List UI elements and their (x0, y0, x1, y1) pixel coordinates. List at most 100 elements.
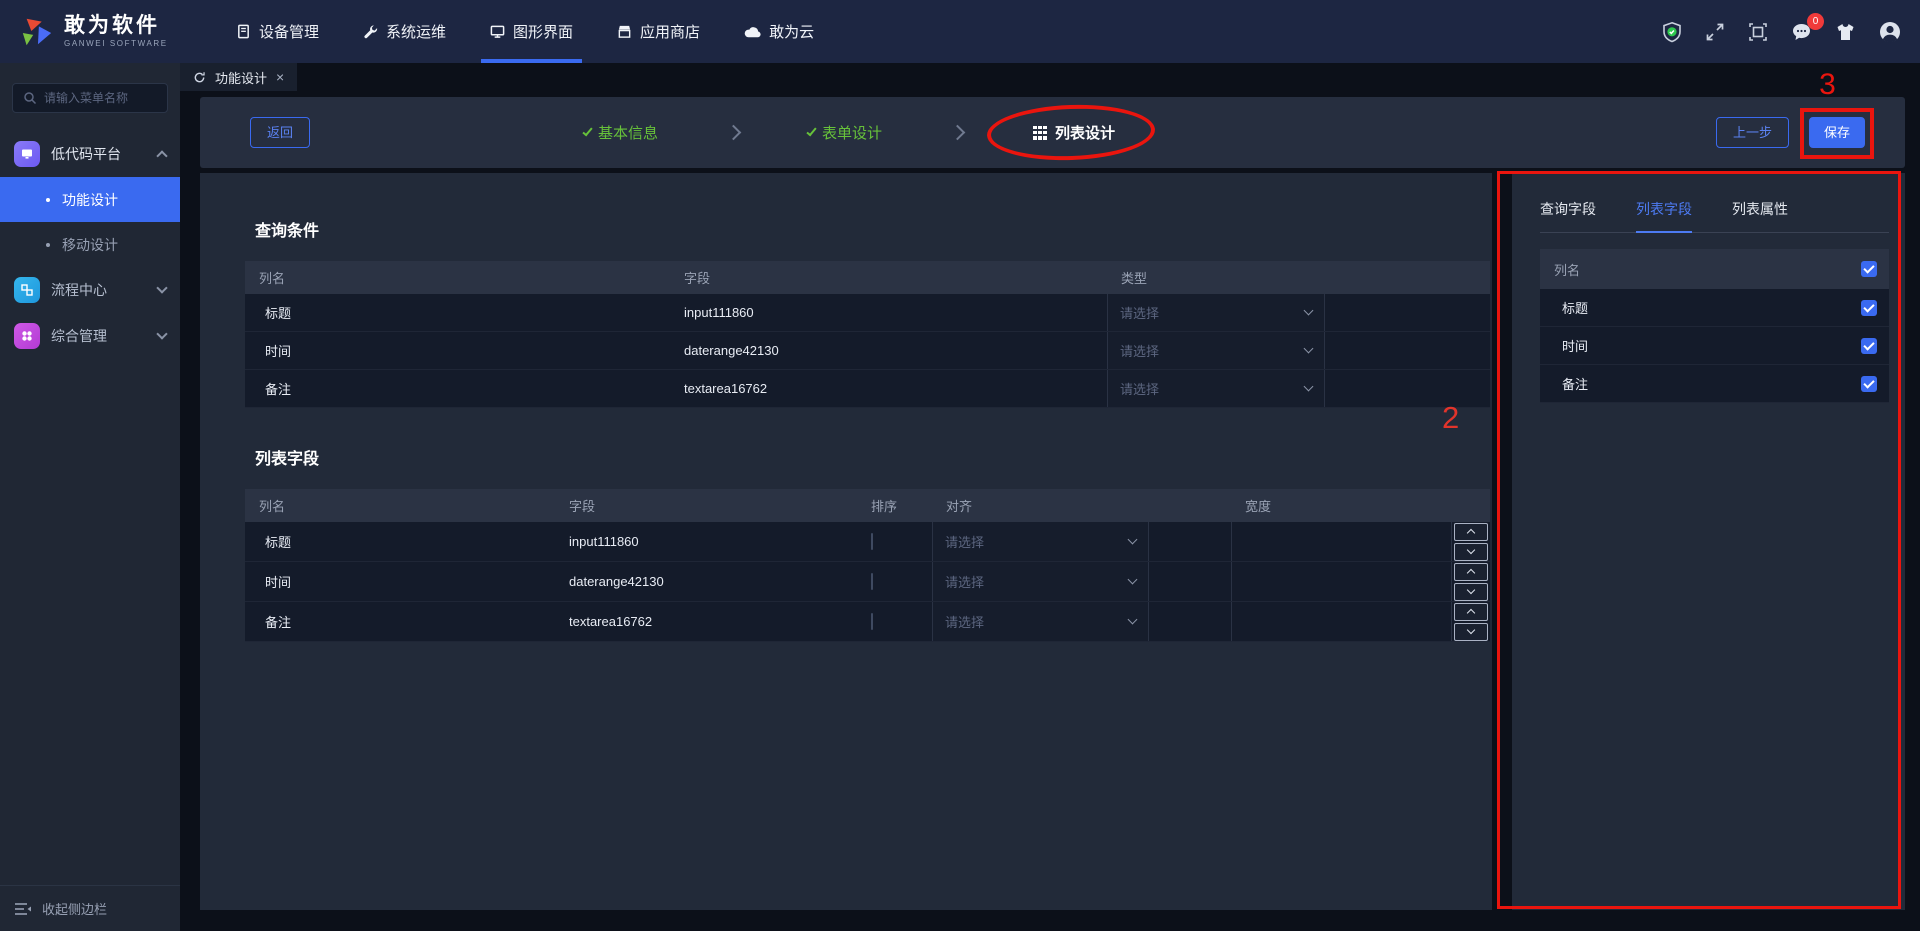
move-down-button[interactable] (1454, 623, 1488, 641)
field-label: 标题 (1562, 298, 1588, 317)
collapse-sidebar-button[interactable]: 收起侧边栏 (0, 885, 180, 931)
row-name: 备注 (245, 379, 670, 398)
sidebar-item-function-design[interactable]: 功能设计 (0, 177, 180, 222)
column-header-type: 类型 (1107, 268, 1325, 287)
type-select[interactable]: 请选择 (1107, 370, 1325, 407)
messages-icon[interactable]: 0 (1790, 21, 1813, 43)
select-all-checkbox[interactable] (1861, 261, 1877, 277)
tab-query-fields[interactable]: 查询字段 (1540, 199, 1596, 232)
width-cell[interactable] (1231, 562, 1451, 601)
select-placeholder: 请选择 (1120, 341, 1159, 360)
align-select[interactable]: 请选择 (932, 522, 1149, 561)
tab-function-design[interactable]: 功能设计 × (180, 63, 297, 91)
nav-item-system-ops[interactable]: 系统运维 (341, 0, 468, 63)
sidebar-item-lowcode-platform[interactable]: 低代码平台 (0, 131, 180, 177)
chevron-down-icon (1304, 306, 1314, 316)
step-label: 基本信息 (598, 122, 658, 143)
monitor-icon (490, 24, 505, 39)
sort-checkbox[interactable] (871, 573, 873, 590)
field-toggle-row: 标题 (1540, 289, 1889, 327)
chevron-down-icon (156, 282, 167, 293)
column-header-field: 字段 (670, 268, 1107, 287)
field-checkbox[interactable] (1861, 376, 1877, 392)
row-field: input111860 (555, 534, 857, 549)
toolbar-buttons: 上一步 保存 3 (1716, 117, 1865, 148)
back-button[interactable]: 返回 (250, 117, 310, 148)
field-checkbox[interactable] (1861, 338, 1877, 354)
step-list-design: 列表设计 (1033, 122, 1115, 143)
sidebar-item-process-center[interactable]: 流程中心 (0, 267, 180, 313)
row-field: daterange42130 (555, 574, 857, 589)
width-cell[interactable] (1231, 522, 1451, 561)
align-select[interactable]: 请选择 (932, 602, 1149, 641)
fullscreen-icon[interactable] (1704, 21, 1726, 43)
message-count-badge: 0 (1807, 13, 1824, 30)
row-name: 备注 (245, 612, 555, 631)
device-icon (236, 24, 251, 39)
select-placeholder: 请选择 (1120, 303, 1159, 322)
field-checkbox[interactable] (1861, 300, 1877, 316)
row-name: 时间 (245, 341, 670, 360)
step-label: 列表设计 (1055, 122, 1115, 143)
sort-checkbox[interactable] (871, 533, 873, 550)
sidebar-item-comprehensive-management[interactable]: 综合管理 (0, 313, 180, 359)
theme-shirt-icon[interactable] (1834, 21, 1857, 43)
search-icon (23, 91, 37, 105)
chevron-down-icon (1128, 535, 1138, 545)
field-label: 时间 (1562, 336, 1588, 355)
align-select[interactable]: 请选择 (932, 562, 1149, 601)
save-button[interactable]: 保存 (1809, 117, 1865, 148)
query-conditions-table: 列名 字段 类型 标题 input111860 请选择 时间 daterange… (245, 261, 1490, 408)
move-up-button[interactable] (1454, 563, 1488, 581)
type-select[interactable]: 请选择 (1107, 294, 1325, 331)
nav-label: 应用商店 (640, 21, 700, 42)
chevron-down-icon (156, 328, 167, 339)
screenshot-frame-icon[interactable] (1747, 21, 1769, 43)
field-toggle-row: 时间 (1540, 327, 1889, 365)
tab-close-icon[interactable]: × (276, 69, 284, 85)
shield-check-icon[interactable] (1661, 21, 1683, 43)
nav-label: 设备管理 (259, 21, 319, 42)
column-header-align: 对齐 (932, 496, 1149, 515)
previous-step-button[interactable]: 上一步 (1716, 117, 1789, 148)
collapse-sidebar-icon (14, 902, 32, 916)
chevron-down-icon (1128, 575, 1138, 585)
move-up-button[interactable] (1454, 523, 1488, 541)
chevron-down-icon (1467, 546, 1475, 554)
move-up-button[interactable] (1454, 603, 1488, 621)
chevron-up-icon (1467, 569, 1475, 577)
move-down-button[interactable] (1454, 583, 1488, 601)
width-cell[interactable] (1231, 602, 1451, 641)
row-field: input111860 (670, 305, 1107, 320)
sidebar-item-label: 综合管理 (51, 326, 107, 346)
tab-list-fields[interactable]: 列表字段 (1636, 199, 1692, 232)
type-select[interactable]: 请选择 (1107, 332, 1325, 369)
move-down-button[interactable] (1454, 543, 1488, 561)
chevron-up-icon (1467, 529, 1475, 537)
bullet-dot (46, 243, 50, 247)
select-placeholder: 请选择 (1120, 379, 1159, 398)
user-avatar-icon[interactable] (1878, 20, 1902, 44)
tab-list-properties[interactable]: 列表属性 (1732, 199, 1788, 232)
chevron-up-icon (1467, 609, 1475, 617)
sidebar-item-mobile-design[interactable]: 移动设计 (0, 222, 180, 267)
column-header-sort: 排序 (857, 496, 932, 515)
nav-item-ganwei-cloud[interactable]: 敢为云 (722, 0, 836, 63)
refresh-icon[interactable] (193, 71, 206, 84)
chevron-down-icon (1467, 626, 1475, 634)
table-header: 列名 字段 排序 对齐 宽度 (245, 489, 1490, 522)
column-header-name: 列名 (245, 268, 670, 287)
design-content: 查询条件 列名 字段 类型 标题 input111860 请选择 时间 date… (200, 173, 1492, 910)
nav-item-app-store[interactable]: 应用商店 (595, 0, 722, 63)
table-row: 备注 textarea16762 请选择 (245, 602, 1490, 642)
nav-label: 图形界面 (513, 21, 573, 42)
main-area: 功能设计 × 返回 基本信息 表单设计 列表设计 上一步 (180, 63, 1920, 931)
sort-checkbox[interactable] (871, 613, 873, 630)
list-fields-table: 列名 字段 排序 对齐 宽度 标题 input111860 请选择 (245, 489, 1490, 642)
ganwei-logo-icon (20, 15, 54, 49)
collapse-sidebar-label: 收起侧边栏 (42, 899, 107, 918)
nav-item-graphic-interface[interactable]: 图形界面 (468, 0, 595, 63)
column-header-field: 字段 (555, 496, 857, 515)
nav-item-device-management[interactable]: 设备管理 (214, 0, 341, 63)
search-input[interactable] (44, 91, 157, 105)
